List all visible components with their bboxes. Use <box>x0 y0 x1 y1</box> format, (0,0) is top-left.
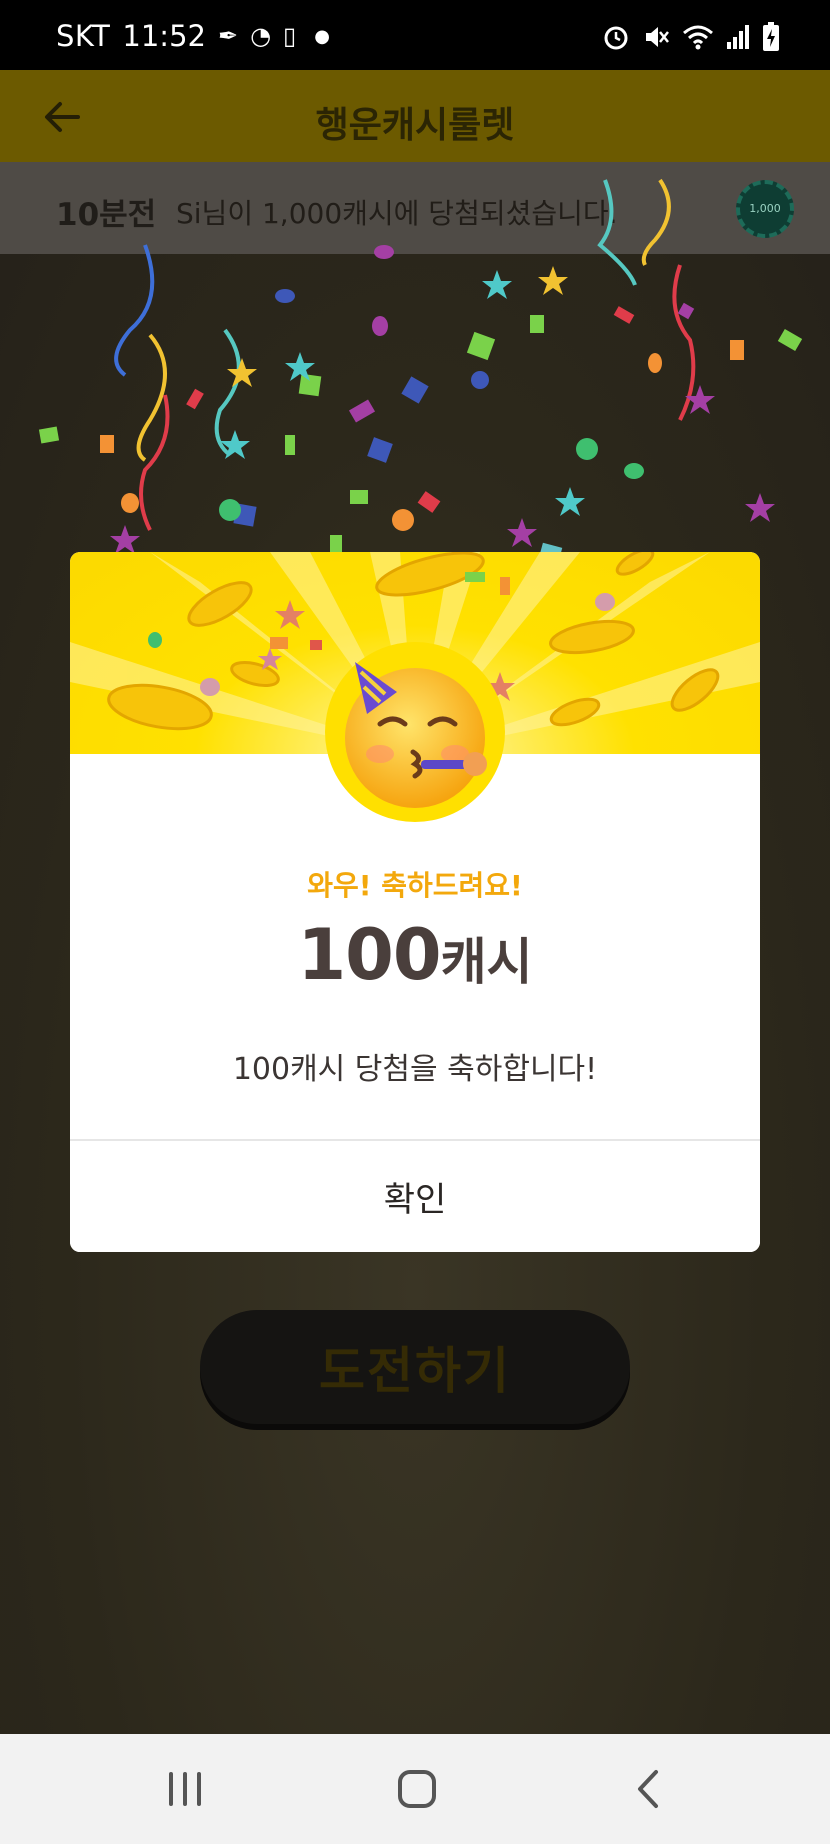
confirm-button[interactable]: 확인 <box>70 1141 760 1252</box>
challenge-button: 도전하기 <box>200 1310 630 1424</box>
carrier-label: SKT <box>56 19 111 53</box>
status-bar-left: SKT 11:52 ✒ ◔ ▯ ● <box>56 18 330 54</box>
recent-apps-icon[interactable] <box>155 1764 215 1814</box>
back-icon[interactable] <box>620 1764 680 1814</box>
winner-ticker: 10분전 Si님이 1,000캐시에 당첨되셨습니다. <box>0 162 830 254</box>
battery-charging-icon <box>763 22 779 51</box>
system-nav-bar <box>0 1734 830 1844</box>
feather-icon: ✒ <box>217 22 239 50</box>
mute-icon <box>646 27 669 47</box>
speed-icon: ◔ <box>250 22 272 50</box>
ticker-time: 10분전 <box>56 197 157 233</box>
wifi-icon <box>683 25 713 50</box>
challenge-button-label: 도전하기 <box>319 1342 511 1400</box>
status-bar-right <box>602 20 780 54</box>
cash-chip-label: 1,000 <box>749 202 781 215</box>
reward-amount-number: 100 <box>297 914 441 996</box>
page-title: 행운캐시룰렛 <box>315 105 515 146</box>
home-icon[interactable] <box>388 1764 448 1814</box>
reward-dialog: 와우! 축하드려요! 100캐시 100캐시 당첨을 축하합니다! 확인 <box>70 552 760 1252</box>
app-header: 행운캐시룰렛 <box>0 70 830 162</box>
signal-icon <box>727 25 749 49</box>
dialog-headline: 와우! 축하드려요! <box>307 869 523 902</box>
reward-amount-unit: 캐시 <box>440 933 533 991</box>
status-bar: SKT 11:52 ✒ ◔ ▯ ● <box>0 0 830 70</box>
screen-timer-icon: ▯ <box>283 22 297 50</box>
dot-icon: ● <box>314 25 330 47</box>
partying-face-icon <box>345 662 487 808</box>
clock: 11:52 <box>122 19 206 53</box>
cash-chip-icon: 1,000 <box>736 180 794 238</box>
alarm-icon <box>604 26 628 50</box>
dialog-message: 100캐시 당첨을 축하합니다! <box>232 1052 598 1087</box>
ticker-message: Si님이 1,000캐시에 당첨되셨습니다. <box>176 197 618 230</box>
reward-amount: 100캐시 <box>70 914 760 996</box>
